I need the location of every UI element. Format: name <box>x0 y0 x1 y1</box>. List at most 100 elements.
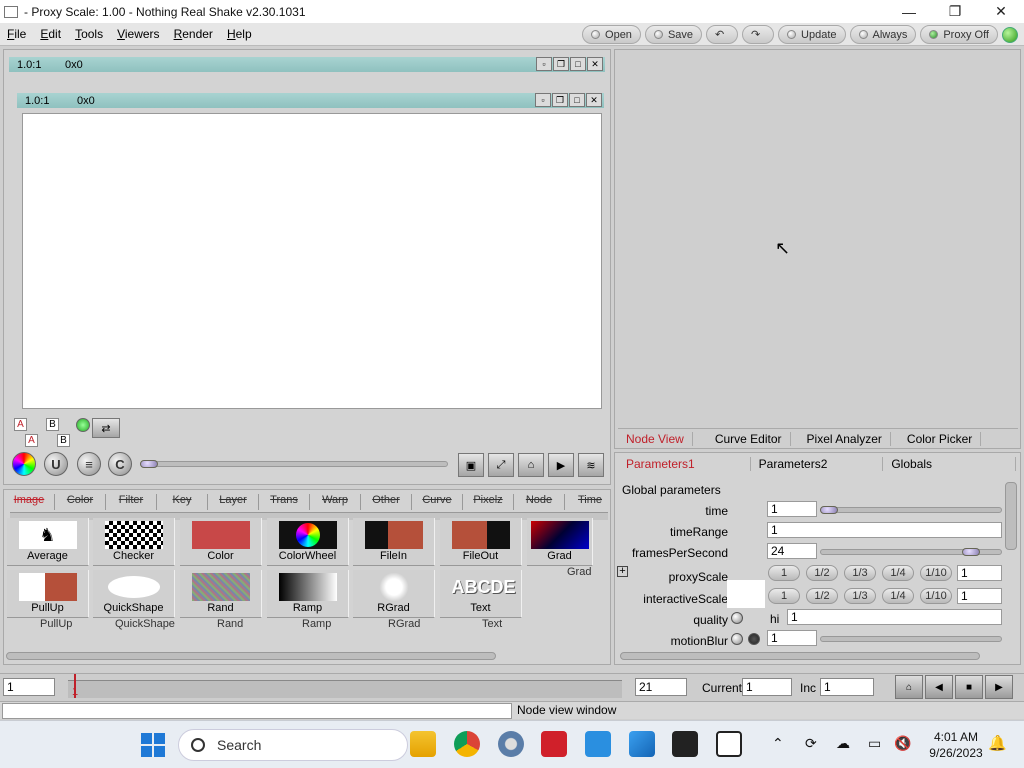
tab-color-picker[interactable]: Color Picker <box>899 431 982 446</box>
taskbar-search[interactable]: Search <box>178 729 408 761</box>
param-proxyscale-input[interactable]: 1 <box>957 565 1002 581</box>
interactivescale-tenth-button[interactable]: 1/10 <box>920 588 952 604</box>
param-timerange-input[interactable]: 1 <box>767 522 1002 538</box>
node-color[interactable]: Color <box>180 518 262 566</box>
stop-icon[interactable]: ■ <box>955 675 983 699</box>
compare-a-button[interactable]: A <box>14 418 27 431</box>
viewer-restore-icon[interactable]: ❐ <box>553 57 569 71</box>
playhead[interactable] <box>74 674 76 698</box>
interactivescale-half-button[interactable]: 1/2 <box>806 588 838 604</box>
viewer-close-icon[interactable]: ✕ <box>587 57 603 71</box>
node-average[interactable]: ♞ Average <box>7 518 89 566</box>
minimize-button[interactable]: — <box>886 0 932 23</box>
node-grad[interactable]: Grad <box>527 518 593 566</box>
node-text[interactable]: ABCDE Text <box>440 570 522 618</box>
viewer-inner-restore-icon[interactable]: ❐ <box>552 93 568 107</box>
interactivescale-third-button[interactable]: 1/3 <box>844 588 876 604</box>
lightning-icon[interactable] <box>76 418 90 432</box>
proxyscale-half-button[interactable]: 1/2 <box>806 565 838 581</box>
tab-color[interactable]: Color <box>55 494 106 510</box>
windows-start-icon[interactable] <box>141 733 165 757</box>
parameters-scrollbar[interactable] <box>1005 482 1017 550</box>
tab-warp[interactable]: Warp <box>310 494 361 510</box>
chevron-up-icon[interactable]: ⌃ <box>772 735 784 752</box>
roi-icon[interactable]: ▣ <box>458 453 484 477</box>
tab-layer[interactable]: Layer <box>208 494 259 510</box>
file-explorer-icon[interactable] <box>410 731 436 757</box>
fit-icon[interactable]: ⤢ <box>488 453 514 477</box>
viewer-inner-maximize-icon[interactable]: □ <box>569 93 585 107</box>
tab-filter[interactable]: Filter <box>106 494 157 510</box>
tab-node-view[interactable]: Node View <box>618 431 693 446</box>
acrobat-icon[interactable] <box>541 731 567 757</box>
notepad-icon[interactable] <box>585 731 611 757</box>
increment-input[interactable]: 1 <box>820 678 874 696</box>
tab-time[interactable]: Time <box>565 494 616 510</box>
home-icon[interactable]: ⌂ <box>518 453 544 477</box>
tab-image[interactable]: Image <box>4 494 55 510</box>
proxyscale-quarter-button[interactable]: 1/4 <box>882 565 914 581</box>
proxyscale-1-button[interactable]: 1 <box>768 565 800 581</box>
param-time-knob[interactable] <box>820 506 838 514</box>
param-motionblur-slider[interactable] <box>820 636 1002 642</box>
maximize-button[interactable]: ❐ <box>932 0 978 23</box>
interactivescale-1-button[interactable]: 1 <box>768 588 800 604</box>
node-tabs-scrollbar[interactable] <box>6 652 496 660</box>
viewer-slider-knob[interactable] <box>140 460 158 468</box>
terminal-icon[interactable] <box>672 731 698 757</box>
viewer-inner-minimize-icon[interactable]: ▫ <box>535 93 551 107</box>
always-button[interactable]: Always <box>849 25 917 44</box>
quality-toggle-icon[interactable] <box>731 612 743 624</box>
tab-pixelz[interactable]: Pixelz <box>463 494 514 510</box>
node-pullup[interactable]: PullUp <box>7 570 89 618</box>
node-quickshape[interactable]: QuickShape <box>93 570 175 618</box>
viewer-canvas[interactable] <box>22 113 602 409</box>
param-motionblur-input[interactable]: 1 <box>767 630 817 646</box>
globe-icon[interactable] <box>1002 26 1018 43</box>
shake-taskbar-icon[interactable] <box>716 731 742 757</box>
compare-a2-button[interactable]: A <box>25 434 38 447</box>
compare-b2-button[interactable]: B <box>57 434 70 447</box>
swap-icon[interactable]: ⇄ <box>92 418 120 438</box>
param-quality-input[interactable]: 1 <box>787 609 1002 625</box>
tab-node[interactable]: Node <box>514 494 565 510</box>
play-backward-icon[interactable]: ◀ <box>925 675 953 699</box>
redo-button[interactable]: ↷ <box>742 25 775 44</box>
clock-date[interactable]: 9/26/2023 <box>922 746 990 760</box>
tab-other[interactable]: Other <box>361 494 412 510</box>
param-time-input[interactable]: 1 <box>767 501 817 517</box>
viewer-slider[interactable] <box>140 461 448 467</box>
menu-render[interactable]: Render <box>167 27 220 41</box>
param-fps-input[interactable]: 24 <box>767 543 817 559</box>
node-rgrad[interactable]: RGrad <box>353 570 435 618</box>
layers-icon[interactable]: ≡ <box>77 452 101 476</box>
node-rand[interactable]: Rand <box>180 570 262 618</box>
app-icon-blue[interactable] <box>629 731 655 757</box>
menu-help[interactable]: Help <box>220 27 259 41</box>
refresh-icon[interactable]: C <box>108 452 132 476</box>
node-checker[interactable]: Checker <box>93 518 175 566</box>
node-view-panel[interactable] <box>614 49 1021 449</box>
interactivescale-quarter-button[interactable]: 1/4 <box>882 588 914 604</box>
display-icon[interactable]: ▭ <box>868 735 881 752</box>
settings-icon[interactable] <box>498 731 524 757</box>
viewer-minimize-icon[interactable]: ▫ <box>536 57 552 71</box>
close-button[interactable]: ✕ <box>978 0 1024 23</box>
viewer-inner-close-icon[interactable]: ✕ <box>586 93 602 107</box>
param-time-slider[interactable] <box>820 507 1002 513</box>
save-button[interactable]: Save <box>644 25 703 44</box>
link-icon[interactable] <box>748 633 760 645</box>
node-ramp[interactable]: Ramp <box>267 570 349 618</box>
current-frame-input[interactable]: 1 <box>742 678 792 696</box>
motionblur-toggle-icon[interactable] <box>731 633 743 645</box>
clock-time[interactable]: 4:01 AM <box>925 730 987 744</box>
menu-file[interactable]: File <box>0 27 33 41</box>
param-fps-knob[interactable] <box>962 548 980 556</box>
undo-button[interactable]: ↶ <box>706 25 739 44</box>
node-fileout[interactable]: FileOut <box>440 518 522 566</box>
play-icon[interactable]: ▶ <box>548 453 574 477</box>
volume-mute-icon[interactable]: 🔇 <box>894 735 911 752</box>
sync-icon[interactable]: ⟳ <box>805 735 817 752</box>
play-forward-icon[interactable]: ▶ <box>985 675 1013 699</box>
network-icon[interactable]: ☁ <box>836 735 850 752</box>
